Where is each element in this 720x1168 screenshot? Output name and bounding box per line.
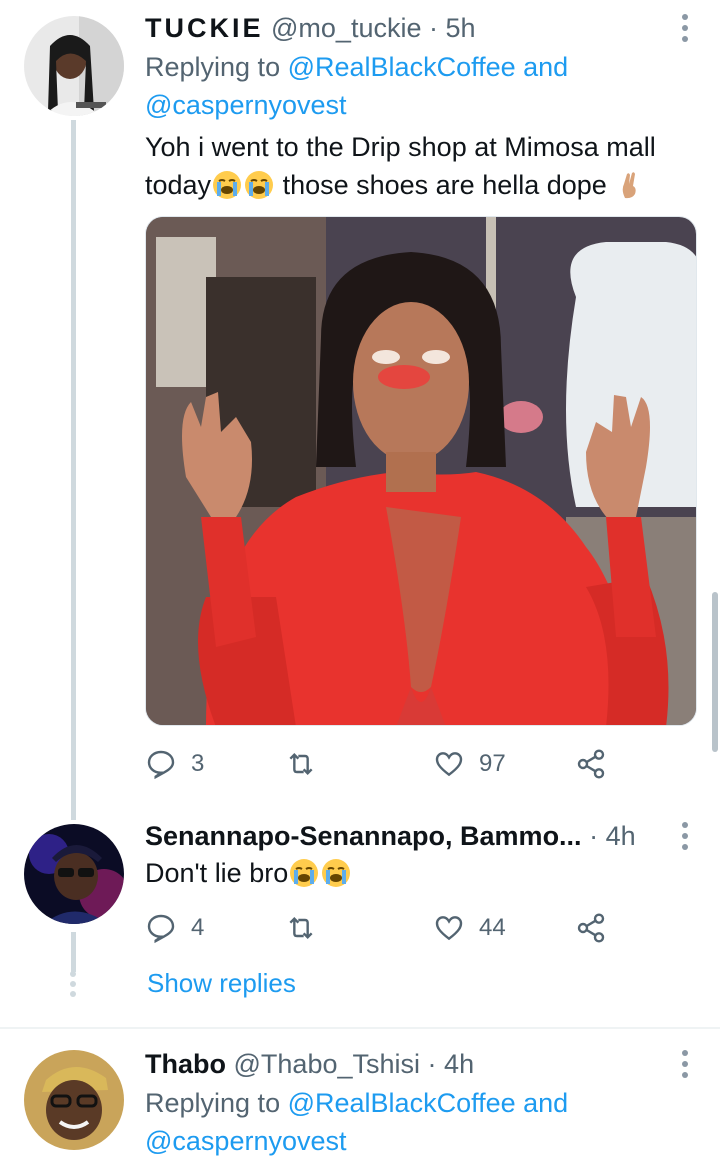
timestamp[interactable]: 4h xyxy=(606,821,636,851)
replying-to: Replying to @RealBlackCoffee and @casper… xyxy=(145,48,605,124)
scrollbar[interactable] xyxy=(712,592,718,752)
user-handle[interactable]: @Thabo_Tshisi xyxy=(234,1049,421,1079)
tweet-text-line2a: today xyxy=(145,170,212,200)
more-options-icon[interactable] xyxy=(682,14,690,42)
timestamp[interactable]: 4h xyxy=(444,1049,474,1079)
retweet-button[interactable] xyxy=(285,908,331,948)
share-icon xyxy=(577,749,605,779)
loudly-crying-face-icon xyxy=(245,171,274,199)
like-button[interactable]: 44 xyxy=(433,908,506,948)
replying-to: Replying to @RealBlackCoffee and @casper… xyxy=(145,1084,605,1160)
divider xyxy=(0,1027,720,1029)
share-button[interactable] xyxy=(575,744,607,784)
avatar-tuckie-image xyxy=(24,16,124,116)
tweet-thabo[interactable]: Thabo @Thabo_Tshisi · 4h Replying to @Re… xyxy=(0,1030,720,1168)
tweet-header: TUCKIE @mo_tuckie · 5h xyxy=(145,12,696,44)
replying-to-label: Replying to xyxy=(145,52,281,82)
more-options-icon[interactable] xyxy=(682,822,690,850)
reply-count: 3 xyxy=(191,750,205,777)
thread-gap-dots-icon xyxy=(70,971,76,997)
like-count: 97 xyxy=(479,750,506,777)
heart-icon xyxy=(435,752,463,777)
tweet-text-line1: Yoh i went to the Drip shop at Mimosa ma… xyxy=(145,132,656,162)
separator: · xyxy=(589,821,599,851)
avatar-tuckie[interactable] xyxy=(24,16,124,116)
avatar-thabo[interactable] xyxy=(24,1050,124,1150)
reply-button[interactable]: 3 xyxy=(145,744,204,784)
share-icon xyxy=(577,913,605,943)
reply-icon xyxy=(147,750,175,780)
tweet-tuckie[interactable]: TUCKIE @mo_tuckie · 5h Replying to @Real… xyxy=(0,0,720,820)
tweet-text: Yoh i went to the Drip shop at Mimosa ma… xyxy=(145,128,690,204)
separator: · xyxy=(429,13,438,43)
display-name[interactable]: Thabo xyxy=(145,1049,226,1079)
tweet-text: Don't lie bro xyxy=(145,854,690,892)
tweet-header: Thabo @Thabo_Tshisi · 4h xyxy=(145,1048,696,1080)
tweet-actions: 4 44 xyxy=(145,908,625,948)
thread-line xyxy=(71,120,76,820)
more-options-icon[interactable] xyxy=(682,1050,690,1078)
avatar-senannapo[interactable] xyxy=(24,824,124,924)
display-name[interactable]: TUCKIE xyxy=(145,13,264,43)
timestamp[interactable]: 5h xyxy=(446,13,476,43)
avatar-thabo-image xyxy=(24,1050,124,1150)
tweet-actions: 3 97 xyxy=(145,744,625,784)
tweet-senannapo[interactable]: Senannapo-Senannapo, Bammo... · 4h Don't… xyxy=(0,810,720,972)
reply-count: 4 xyxy=(191,914,205,941)
retweet-button[interactable] xyxy=(285,744,331,784)
loudly-crying-face-icon xyxy=(290,859,319,887)
separator: · xyxy=(427,1049,437,1079)
user-handle[interactable]: @mo_tuckie xyxy=(271,13,421,43)
avatar-senannapo-image xyxy=(24,824,124,924)
replying-to-label: Replying to xyxy=(145,1088,281,1118)
photo-woman-red-dress xyxy=(146,217,696,725)
crossed-fingers-icon xyxy=(623,172,636,199)
reply-icon xyxy=(147,914,175,944)
tweet-header: Senannapo-Senannapo, Bammo... · 4h xyxy=(145,820,696,852)
retweet-icon xyxy=(289,916,313,940)
tweet-media-image[interactable] xyxy=(145,216,697,726)
reply-button[interactable]: 4 xyxy=(145,908,204,948)
retweet-icon xyxy=(289,752,313,776)
thread-line xyxy=(71,932,76,972)
show-replies-link[interactable]: Show replies xyxy=(147,968,296,999)
like-button[interactable]: 97 xyxy=(433,744,506,784)
tweet-text-line2b: those shoes are hella dope xyxy=(275,170,607,200)
heart-icon xyxy=(435,916,463,941)
loudly-crying-face-icon xyxy=(213,171,242,199)
loudly-crying-face-icon xyxy=(322,859,351,887)
tweet-text-content: Don't lie bro xyxy=(145,858,289,888)
share-button[interactable] xyxy=(575,908,607,948)
display-name[interactable]: Senannapo-Senannapo, Bammo... xyxy=(145,821,582,851)
like-count: 44 xyxy=(479,914,506,941)
